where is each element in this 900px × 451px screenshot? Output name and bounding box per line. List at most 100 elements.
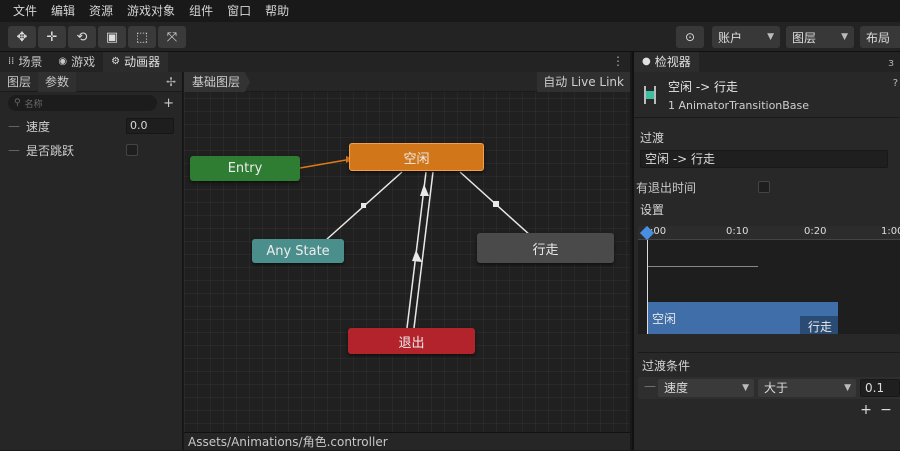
custom-tool-icon[interactable]: ⤧	[158, 26, 186, 48]
tab-scene[interactable]: ⁞⁞ 场景	[0, 52, 50, 72]
has-exit-time-label: 有退出时间	[636, 180, 697, 195]
state-idle[interactable]: 空闲	[349, 143, 484, 171]
clip-idle-label: 空闲	[652, 312, 677, 326]
account-label: 账户	[718, 30, 743, 45]
timeline-ruler: :00 0:10 0:20 1:00	[638, 226, 900, 240]
menu-edit[interactable]: 编辑	[44, 0, 82, 22]
params-search-row: ⚲ 名称 +	[0, 92, 182, 114]
move-tool-icon[interactable]: ✛	[38, 26, 66, 48]
rotate-tool-icon[interactable]: ⟲	[68, 26, 96, 48]
scene-grid-icon: ⁞⁞	[8, 56, 15, 67]
settings-foldout[interactable]: 设置	[634, 200, 900, 220]
state-entry[interactable]: Entry	[190, 156, 300, 181]
transition-icon	[642, 85, 658, 104]
tick-label: 1:00	[881, 226, 900, 237]
tab-parameters[interactable]: 参数	[38, 71, 77, 92]
chevron-down-icon: ▼	[841, 32, 848, 42]
tab-scene-label: 场景	[18, 55, 43, 69]
has-exit-time-checkbox[interactable]	[758, 181, 770, 193]
toolbar: ✥ ✛ ⟲ ▣ ⬚ ⤧ ⊙ 账户 ▼ 图层 ▼ 布局	[0, 22, 900, 52]
param-float-input[interactable]: 0.0	[126, 118, 174, 134]
params-subtabs: 图层 参数 ✢	[0, 71, 182, 92]
help-icon[interactable]: ?	[893, 78, 898, 89]
chevron-down-icon: ▼	[767, 32, 774, 42]
condition-operator: 大于	[764, 381, 789, 395]
menu-file[interactable]: 文件	[6, 0, 44, 22]
clip-walk-label: 行走	[808, 320, 833, 334]
param-row-speed[interactable]: — 速度 0.0	[0, 114, 182, 138]
state-any-state[interactable]: Any State	[252, 239, 344, 263]
drag-handle-icon[interactable]: —	[8, 143, 26, 157]
scale-tool-icon[interactable]: ▣	[98, 26, 126, 48]
transition-timeline[interactable]: :00 0:10 0:20 1:00 空闲 行走	[638, 225, 900, 334]
animator-graph[interactable]: 基础图层 自动 Live Link Entry 空闲 Any State 行走 …	[184, 72, 630, 432]
blend-curve-line	[648, 266, 758, 267]
menu-component[interactable]: 组件	[182, 0, 220, 22]
account-dropdown[interactable]: 账户 ▼	[712, 26, 780, 48]
state-label: Entry	[227, 161, 263, 176]
editor-tabs: ⁞⁞ 场景 ◉ 游戏 ⚙ 动画器 ⋮	[0, 52, 630, 72]
inspector-header: 空闲 -> 行走 1 AnimatorTransitionBase ?	[634, 72, 900, 118]
layers-label: 图层	[792, 30, 817, 45]
condition-param-dropdown[interactable]: 速度 ▼	[658, 379, 754, 397]
condition-value-input[interactable]: 0.1	[860, 379, 900, 397]
add-condition-button[interactable]: +	[860, 402, 872, 420]
state-label: 行走	[532, 242, 559, 258]
tab-game[interactable]: ◉ 游戏	[50, 52, 103, 72]
tab-inspector[interactable]: ● 检视器	[634, 52, 699, 72]
layers-dropdown[interactable]: 图层 ▼	[786, 26, 854, 48]
state-label: 空闲	[403, 151, 430, 167]
hand-tool-icon[interactable]: ✥	[8, 26, 36, 48]
lock-icon[interactable]: ɜ	[888, 56, 894, 69]
layout-dropdown[interactable]: 布局	[860, 26, 900, 48]
state-label: 退出	[398, 335, 425, 351]
menu-gameobject[interactable]: 游戏对象	[120, 0, 182, 22]
add-parameter-button[interactable]: +	[163, 96, 174, 111]
tab-animator[interactable]: ⚙ 动画器	[103, 52, 169, 72]
tab-menu-icon[interactable]: ⋮	[612, 54, 624, 68]
transition-marker	[493, 201, 499, 207]
tab-inspector-label: 检视器	[654, 55, 691, 69]
params-search-input[interactable]: ⚲ 名称	[8, 95, 158, 111]
tab-layers[interactable]: 图层	[0, 72, 38, 92]
transition-title: 空闲 -> 行走	[668, 79, 739, 94]
menu-bar: 文件 编辑 资源 游戏对象 组件 窗口 帮助	[0, 0, 900, 22]
conditions-header: 过渡条件	[638, 352, 900, 373]
rect-tool-icon[interactable]: ⬚	[128, 26, 156, 48]
param-name: 是否跳跃	[26, 143, 75, 158]
search-scene-icon[interactable]: ⊙	[676, 26, 704, 48]
state-label: Any State	[266, 243, 330, 259]
tick-label: 0:20	[804, 226, 827, 237]
clip-walk[interactable]: 行走	[800, 316, 838, 334]
transform-tools: ✥ ✛ ⟲ ▣ ⬚ ⤧	[8, 26, 186, 48]
tab-animator-label: 动画器	[124, 55, 161, 69]
has-exit-time-row: 有退出时间	[634, 174, 900, 200]
transition-list-item[interactable]: 空闲 -> 行走	[640, 150, 888, 168]
game-controller-icon: ◉	[58, 56, 68, 67]
layout-label: 布局	[866, 30, 891, 45]
param-name: 速度	[26, 119, 51, 134]
transition-entry-idle	[299, 159, 347, 169]
inspector-tabs: ● 检视器 ɜ	[634, 52, 900, 72]
search-placeholder: 名称	[24, 99, 43, 110]
remove-condition-button[interactable]: −	[880, 402, 892, 420]
drag-handle-icon[interactable]: —	[644, 379, 656, 393]
menu-window[interactable]: 窗口	[220, 0, 258, 22]
status-path: Assets/Animations/角色.controller	[184, 432, 630, 450]
condition-operator-dropdown[interactable]: 大于 ▼	[758, 379, 856, 397]
menu-help[interactable]: 帮助	[258, 0, 296, 22]
tick-label: 0:10	[726, 226, 749, 237]
conditions-title: 过渡条件	[642, 359, 691, 373]
state-exit[interactable]: 退出	[348, 328, 475, 354]
eye-icon[interactable]: ✢	[166, 75, 176, 89]
state-walk[interactable]: 行走	[477, 233, 614, 263]
param-bool-checkbox[interactable]	[126, 144, 138, 156]
menu-assets[interactable]: 资源	[82, 0, 120, 22]
param-row-is-jumping[interactable]: — 是否跳跃	[0, 138, 182, 162]
drag-handle-icon[interactable]: —	[8, 119, 26, 133]
arrow-head	[420, 184, 429, 196]
animator-icon: ⚙	[111, 56, 121, 67]
inspector-panel: ● 检视器 ɜ 空闲 -> 行走 1 AnimatorTransitionBas…	[632, 52, 900, 450]
transition-marker	[361, 203, 366, 208]
inspector-title-block: 空闲 -> 行走 1 AnimatorTransitionBase	[668, 78, 809, 112]
